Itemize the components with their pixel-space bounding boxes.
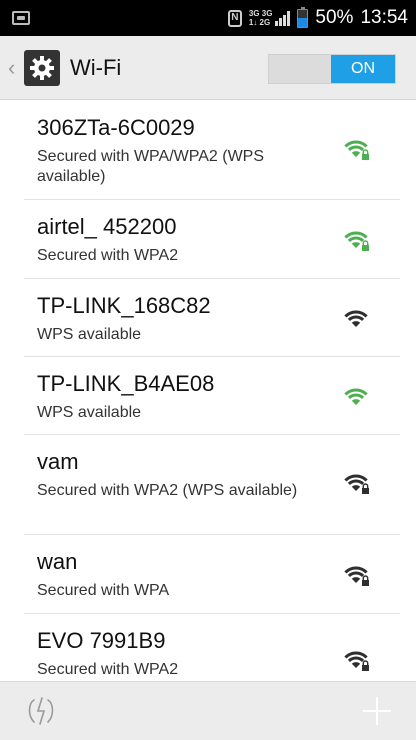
toggle-on-label: ON: [331, 55, 395, 83]
gear-icon[interactable]: [24, 49, 60, 86]
status-right: N 3G 3G 1↓ 2G 50% 13:54: [227, 6, 408, 29]
lock-shackle: [362, 575, 369, 580]
plus-icon[interactable]: [360, 694, 394, 728]
wifi-toggle[interactable]: ON: [268, 54, 396, 84]
wifi-signal-locked-icon: [344, 140, 369, 160]
network-type-labels: 3G 3G 1↓ 2G: [249, 9, 273, 27]
signal-dot: [351, 485, 361, 491]
lock-icon: [362, 488, 369, 494]
signal-dot: [351, 321, 361, 327]
lock-icon: [362, 245, 369, 251]
back-chevron-icon[interactable]: ‹: [8, 55, 20, 81]
toggle-off-track: [269, 55, 331, 83]
signal-arc: [347, 145, 365, 152]
signal-arc: [347, 315, 365, 322]
wifi-network-item[interactable]: EVO 7991B9 Secured with WPA2: [0, 614, 416, 681]
network-security: Secured with WPA2 (WPS available): [37, 482, 298, 499]
wifi-signal-icon: [344, 310, 368, 327]
wifi-network-item[interactable]: TP-LINK_168C82 WPS available: [0, 279, 416, 357]
battery-level-fill: [298, 18, 308, 27]
action-bar: ‹ Wi-Fi ON: [0, 36, 416, 100]
network-security: Secured with WPA2: [37, 661, 179, 678]
wifi-network-item[interactable]: airtel_ 452200 Secured with WPA2: [0, 200, 416, 279]
nfc-icon: N: [227, 9, 242, 27]
network-security: Secured with WPA2: [37, 247, 179, 264]
network-security: WPS available: [37, 404, 142, 421]
notification-icon: [12, 11, 30, 25]
wifi-network-item[interactable]: vam Secured with WPA2 (WPS available): [0, 435, 416, 535]
lock-shackle: [362, 240, 369, 245]
network-security: Secured with WPA/WPA2 (WPS available): [37, 148, 265, 185]
wifi-signal-locked-icon: [344, 231, 369, 251]
clock: 13:54: [360, 7, 408, 28]
wps-icon[interactable]: [24, 694, 58, 728]
wifi-signal-locked-icon: [344, 474, 369, 494]
lock-shackle: [362, 483, 369, 488]
network-type-top: 3G 3G: [248, 9, 273, 18]
battery-icon: [297, 6, 309, 28]
signal-dot: [351, 577, 361, 583]
wifi-network-item[interactable]: wan Secured with WPA: [0, 535, 416, 614]
wifi-network-item[interactable]: TP-LINK_B4AE08 WPS available: [0, 357, 416, 435]
wifi-network-item[interactable]: 306ZTa-6C0029 Secured with WPA/WPA2 (WPS…: [0, 101, 416, 200]
network-security: WPS available: [37, 326, 142, 343]
wifi-signal-locked-icon: [344, 566, 369, 586]
network-security: Secured with WPA: [37, 582, 170, 599]
signal-dot: [351, 399, 361, 405]
signal-arc: [347, 236, 365, 243]
network-type-bottom: 1↓ 2G: [248, 18, 271, 27]
lock-icon: [362, 665, 369, 671]
signal-dot: [351, 242, 361, 248]
lock-shackle: [362, 660, 369, 665]
cell-signal-icon: [275, 10, 291, 26]
signal-dot: [351, 151, 361, 157]
battery-percent: 50%: [315, 7, 354, 28]
lock-shackle: [362, 149, 369, 154]
bottom-action-bar: [0, 681, 416, 740]
signal-arc: [347, 656, 365, 663]
signal-arc: [347, 479, 365, 486]
network-indicator: 3G 3G 1↓ 2G: [249, 9, 291, 27]
lock-icon: [362, 154, 369, 160]
signal-arc: [347, 393, 365, 400]
page-title: Wi-Fi: [70, 54, 122, 80]
signal-arc: [347, 571, 365, 578]
wifi-signal-locked-icon: [344, 651, 369, 671]
wifi-network-list[interactable]: 306ZTa-6C0029 Secured with WPA/WPA2 (WPS…: [0, 101, 416, 681]
signal-dot: [351, 662, 361, 668]
lock-icon: [362, 580, 369, 586]
status-bar: N 3G 3G 1↓ 2G 50% 13:54: [0, 0, 416, 36]
status-left: [12, 11, 30, 25]
wifi-signal-icon: [344, 388, 368, 405]
